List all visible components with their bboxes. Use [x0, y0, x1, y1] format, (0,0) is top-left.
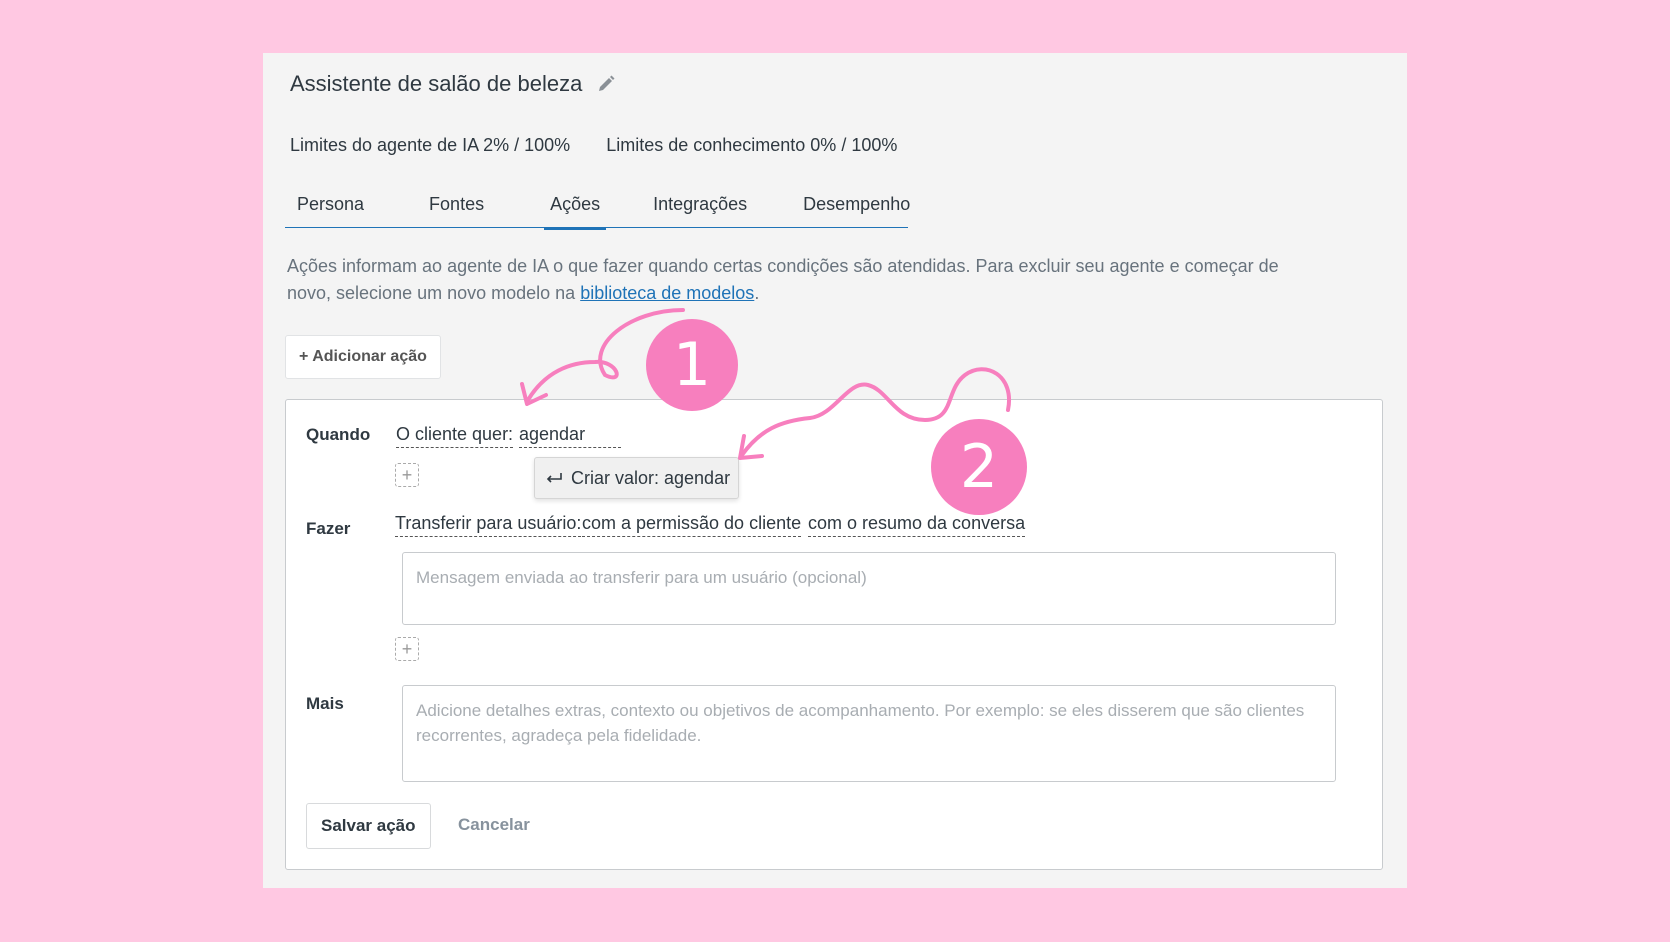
- add-step-button[interactable]: +: [395, 637, 419, 661]
- when-label: Quando: [306, 425, 371, 444]
- description-suffix: .: [754, 283, 760, 303]
- page-title: Assistente de salão de beleza: [290, 71, 583, 96]
- more-label: Mais: [306, 694, 344, 713]
- tab-performance[interactable]: Desempenho: [797, 185, 916, 227]
- tab-integrations[interactable]: Integrações: [647, 185, 753, 227]
- do-label: Fazer: [306, 519, 351, 538]
- cancel-button[interactable]: Cancelar: [458, 803, 530, 847]
- create-value-text: Criar valor: agendar: [571, 467, 731, 488]
- description-text: Ações informam ao agente de IA o que faz…: [287, 256, 1279, 303]
- more-details-input[interactable]: Adicione detalhes extras, contexto ou ob…: [402, 685, 1336, 782]
- add-condition-button[interactable]: +: [395, 463, 419, 487]
- tab-actions[interactable]: Ações: [544, 185, 607, 230]
- annotation-badge-2: 2: [931, 419, 1027, 515]
- action-editor-card: Quando O cliente quer: agendar + Criar v…: [285, 399, 1383, 870]
- template-library-link[interactable]: biblioteca de modelos: [580, 283, 754, 303]
- actions-description: Ações informam ao agente de IA o que faz…: [287, 253, 1287, 307]
- condition-value-chip[interactable]: agendar: [519, 423, 622, 448]
- title-row: Assistente de salão de beleza: [290, 71, 616, 97]
- knowledge-limits: Limites de conhecimento 0% / 100%: [606, 135, 898, 155]
- create-value-option[interactable]: Criar valor: agendar: [534, 457, 739, 499]
- pencil-icon[interactable]: [596, 74, 616, 94]
- tab-sources[interactable]: Fontes: [423, 185, 490, 227]
- transfer-message-input[interactable]: Mensagem enviada ao transferir para um u…: [402, 552, 1336, 625]
- limits-row: Limites do agente de IA 2% / 100% Limite…: [290, 135, 897, 156]
- add-action-button[interactable]: + Adicionar ação: [285, 335, 441, 379]
- conversation-summary-chip[interactable]: com o resumo da conversa: [808, 512, 1026, 537]
- enter-icon: [546, 473, 562, 483]
- transfer-field-chip[interactable]: Transferir para usuário:: [395, 512, 582, 537]
- customer-permission-chip[interactable]: com a permissão do cliente: [582, 512, 802, 537]
- tab-persona[interactable]: Persona: [291, 185, 370, 227]
- ai-agent-limits: Limites do agente de IA 2% / 100%: [290, 135, 571, 155]
- save-action-button[interactable]: Salvar ação: [306, 803, 431, 849]
- condition-field-chip[interactable]: O cliente quer:: [396, 423, 514, 448]
- tab-bar: Persona Fontes Ações Integrações Desempe…: [285, 185, 910, 230]
- annotation-badge-1: 1: [646, 319, 738, 411]
- agent-panel: Assistente de salão de beleza Limites do…: [263, 53, 1407, 888]
